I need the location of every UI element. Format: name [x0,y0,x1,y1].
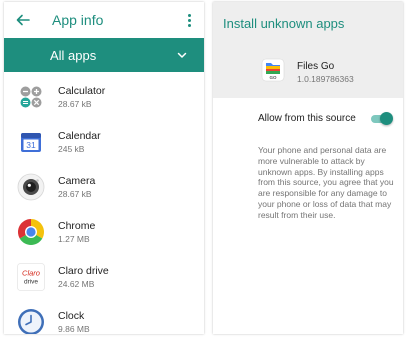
allow-source-toggle[interactable] [371,112,393,125]
list-item[interactable]: Clock 9.86 MB [4,299,204,334]
app-name: Camera [58,174,96,187]
allow-source-row[interactable]: Allow from this source [213,108,403,128]
app-name: Files Go [297,61,335,72]
files-go-icon: GO [261,58,285,87]
app-size: 28.67 kB [58,188,92,199]
app-list: Calculator 28.67 kB 31 Calendar 245 kB C… [4,72,204,334]
app-size: 24.62 MB [58,278,95,289]
app-version: 1.0.189786363 [297,74,354,84]
app-name: Calendar [58,129,101,142]
app-size: 9.86 MB [58,323,90,334]
app-summary: GO Files Go 1.0.189786363 [261,58,354,87]
chrome-icon [16,217,46,247]
app-size: 1.27 MB [58,233,90,244]
app-name: Claro drive [58,264,109,277]
page-title: Install unknown apps [223,16,345,31]
list-item[interactable]: Calculator 28.67 kB [4,74,204,119]
app-size: 28.67 kB [58,98,92,109]
install-unknown-apps-screen: Install unknown apps GO Files Go 1.0.189… [213,2,403,334]
list-item[interactable]: 31 Calendar 245 kB [4,119,204,164]
app-name: Clock [58,309,85,322]
claro-logo-text: Claro [22,268,40,277]
list-item[interactable]: Claro drive Claro drive 24.62 MB [4,254,204,299]
drive-logo-text: drive [24,278,38,285]
chevron-down-icon [176,49,188,61]
filter-label: All apps [50,47,97,63]
app-name: Calculator [58,84,106,97]
app-size: 245 kB [58,143,85,154]
list-item[interactable]: Chrome 1.27 MB [4,209,204,254]
app-info-screen: App info All apps Calculator 28.67 kB 31… [4,2,204,334]
files-go-logo-text: GO [269,75,277,80]
allow-source-label: Allow from this source [258,112,356,124]
camera-icon [16,172,46,202]
calendar-icon: 31 [16,127,46,157]
app-bar: App info [4,2,204,38]
app-filter-dropdown[interactable]: All apps [4,38,204,72]
warning-description: Your phone and personal data are more vu… [258,145,394,220]
list-item[interactable]: Camera 28.67 kB [4,164,204,209]
calculator-icon [16,82,46,112]
claro-drive-icon: Claro drive [16,262,46,292]
clock-icon [16,307,46,334]
app-header: Install unknown apps GO Files Go 1.0.189… [213,2,403,98]
app-name: Chrome [58,219,96,232]
page-title: App info [52,12,104,28]
back-arrow-icon[interactable] [16,13,30,27]
more-options-icon[interactable] [184,13,194,27]
calendar-day: 31 [26,140,36,150]
